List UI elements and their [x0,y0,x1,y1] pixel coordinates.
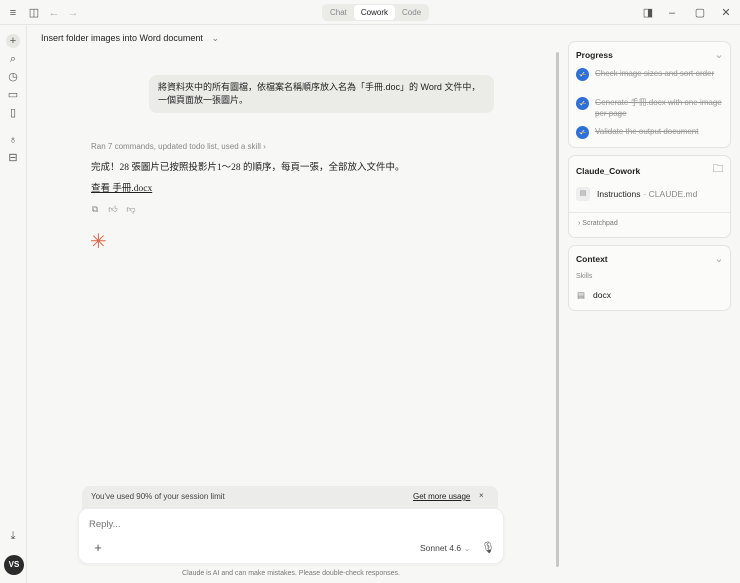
skill-item[interactable]: ▤ docx [577,290,611,301]
artifacts-icon[interactable]: ▯ [6,106,20,120]
conversation-title[interactable]: Insert folder images into Word document … [41,33,219,44]
file-subtitle: · CLAUDE.md [643,189,698,199]
context-card: Context ⌄ Skills ▤ docx [568,245,731,311]
check-icon: ✓ [576,68,589,81]
folder-icon[interactable]: 🗀︎ [711,162,725,176]
dismiss-icon[interactable]: × [479,491,484,500]
tab-cowork[interactable]: Cowork [353,5,396,20]
projects-icon[interactable]: ▭ [6,88,20,102]
progress-card: Progress ⌄ ✓ Check image sizes and sort o… [568,41,731,148]
workspace-title: Claude_Cowork [576,166,641,176]
add-attachment-icon[interactable]: + [91,541,105,555]
forward-icon[interactable]: → [66,6,80,20]
lightbulb-icon[interactable]: ♁ [6,133,20,147]
toolbox-icon[interactable]: ⊟ [6,151,20,165]
task-item: ✓ Generate 手冊.docx with one image per pag… [576,97,726,119]
scratchpad-toggle[interactable]: › Scratchpad [578,220,618,227]
mode-switcher: Chat Cowork Code [322,4,430,21]
progress-title: Progress [576,50,613,60]
title-bar: ≡ ◫ ← → Chat Cowork Code ◨ – ▢ ✕ [0,0,740,25]
check-icon: ✓ [576,126,589,139]
skills-label: Skills [576,273,593,280]
tab-code[interactable]: Code [395,5,428,20]
skill-name: docx [593,290,611,300]
task-item: ✓ Validate the output document [576,126,726,139]
chevron-down-icon[interactable]: ⌄ [712,252,726,266]
menu-icon[interactable]: ≡ [6,6,20,20]
scrollbar[interactable] [556,52,559,567]
get-more-usage-link[interactable]: Get more usage [413,492,470,501]
title-text: Insert folder images into Word document [41,33,203,43]
sidebar-toggle-icon[interactable]: ◫ [27,6,41,20]
maximize-icon[interactable]: ▢ [693,6,707,20]
chevron-right-icon: › [578,220,581,227]
scratchpad-label: Scratchpad [582,220,618,227]
new-task-icon[interactable]: + [6,34,20,48]
task-label: Generate 手冊.docx with one image per page [595,98,722,118]
back-icon[interactable]: ← [47,6,61,20]
thumbs-up-icon[interactable]: 👍︎ [106,202,120,216]
context-title: Context [576,254,608,264]
task-label: Check image sizes and sort order [595,69,715,78]
avatar[interactable]: VS [4,555,24,575]
scroll-icon: ▤ [577,290,586,300]
task-item: ✓ Check image sizes and sort order [576,68,726,81]
check-icon: ✓ [576,97,589,110]
chevron-down-icon: ⌄ [463,543,471,553]
minimize-icon[interactable]: – [665,6,679,20]
thumbs-down-icon[interactable]: 👎︎ [124,202,138,216]
task-label: Validate the output document [595,127,699,136]
chevron-down-icon[interactable]: ⌄ [712,48,726,62]
document-link[interactable]: 查看 手冊.docx [91,180,152,194]
tool-summary[interactable]: Ran 7 commands, updated todo list, used … [91,142,266,151]
model-label: Sonnet 4.6 [420,543,462,553]
panel-toggle-icon[interactable]: ◨ [641,6,655,20]
file-name: Instructions [597,189,641,199]
assistant-reply: 完成！28 張圖片已按照投影片1～28 的順序，每頁一張，全部放入文件中。 [91,163,405,173]
reply-input[interactable] [89,519,469,530]
file-icon: ▤ [576,187,590,201]
disclaimer: Claude is AI and can make mistakes. Plea… [182,570,400,577]
user-message: 將資料夾中的所有圖檔，依檔案名稱順序放入名為「手冊.doc」的 Word 文件中… [149,75,494,113]
divider [569,212,730,213]
claude-spark-icon: ✳ [90,231,107,253]
composer: + Sonnet 4.6 ⌄ 🎙︎ [78,508,504,564]
history-icon[interactable]: ◷ [6,70,20,84]
chevron-down-icon: ⌄ [211,33,219,43]
copy-icon[interactable]: ⧉ [88,202,102,216]
tab-chat[interactable]: Chat [323,5,354,20]
usage-text: You've used 90% of your session limit [91,492,225,501]
chevron-right-icon: › [263,142,266,151]
microphone-icon[interactable]: 🎙︎ [481,541,495,555]
search-icon[interactable]: ⌕ [6,52,20,66]
tool-summary-text: Ran 7 commands, updated todo list, used … [91,142,261,151]
instructions-file[interactable]: ▤ Instructions · CLAUDE.md [576,187,697,201]
workspace-card: Claude_Cowork 🗀︎ ▤ Instructions · CLAUDE.… [568,155,731,238]
sidebar: + ⌕ ◷ ▭ ▯ ♁ ⊟ ⤓ VS [0,25,27,583]
model-selector[interactable]: Sonnet 4.6 ⌄ [420,543,471,554]
close-icon[interactable]: ✕ [719,6,733,20]
download-icon[interactable]: ⤓ [6,529,20,543]
